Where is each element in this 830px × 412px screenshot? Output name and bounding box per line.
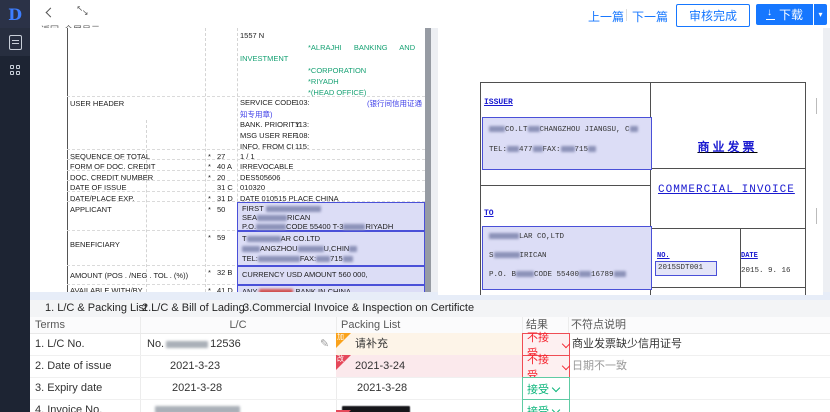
advising-bank-line2: INVESTMENT	[240, 54, 288, 63]
col-packing-list: Packing List	[341, 317, 400, 333]
sidebar: D	[0, 0, 30, 412]
col-lc: L/C	[140, 317, 336, 333]
advising-bank-line3: *CORPORATION	[308, 66, 366, 75]
logo-letter: D	[8, 5, 22, 24]
packing-cell: 加 请补充	[336, 333, 522, 355]
term-cell: 3. Expiry date	[35, 377, 102, 399]
term-cell: 4. Invoice No.	[35, 399, 102, 412]
result-select[interactable]: 接受	[522, 377, 570, 400]
back-icon	[45, 8, 55, 18]
swift-header-line: 1557 N	[240, 31, 264, 40]
applicant-label: APPLICANT	[70, 205, 112, 214]
user-header-label: USER HEADER	[70, 99, 124, 108]
term-cell: 2. Date of issue	[35, 355, 111, 377]
link-divider	[626, 9, 627, 21]
discrepancy-table: Terms L/C Packing List 结果 不符点说明 1. L/C N…	[30, 317, 830, 412]
available-label: AVAILABLE WITH/BY	[70, 286, 143, 292]
swift-lc-document[interactable]: 1557 N *ALRAJHI BANKING AND INVESTMENT *…	[30, 28, 425, 292]
col-remark: 不符点说明	[571, 317, 626, 333]
grid-icon	[10, 65, 21, 76]
invoice-date-label: DATE	[741, 252, 758, 260]
beneficiary-highlight[interactable]: TAR CO.LTD ANGZHOUU,CHIN TEL:FAX:715	[237, 231, 425, 266]
chevron-down-icon	[562, 339, 570, 347]
tab-lc-bill-of-lading[interactable]: 2.L/C & Bill of Lading	[142, 300, 245, 316]
app-logo[interactable]: D	[0, 0, 30, 28]
packing-cell: 改 2021-3-24	[336, 355, 522, 377]
term-cell: 1. L/C No.	[35, 333, 85, 355]
issuer-highlight[interactable]: CO.LTCHANGZHOU JIANGSU, C TEL:477FAX:715	[482, 117, 652, 170]
result-select[interactable]: 不接受	[522, 355, 570, 378]
chevron-down-icon	[562, 361, 570, 369]
comparison-tabs: 1. L/C & Packing List 2.L/C & Bill of La…	[30, 300, 830, 318]
topbar: 返回 全屏显示 上一篇 下一篇 审核完成 下载 ▾	[30, 0, 830, 29]
to-label: TO	[484, 209, 494, 218]
download-icon	[766, 9, 775, 20]
col-terms: Terms	[35, 317, 65, 333]
lc-cell: No.12536	[147, 333, 241, 355]
document-scrollbar[interactable]	[425, 28, 431, 292]
bank-stamp-note: (银行间信用证通	[367, 98, 422, 109]
remark-cell: 商业发票缺少信用证号	[572, 333, 682, 355]
lc-cell: 2021-3-23	[170, 355, 220, 377]
to-highlight[interactable]: LAR CO,LTD SIRICAN P.O. BCODE 5540016789	[482, 226, 652, 290]
app-window: D 返回 全屏显示 上一篇 下一篇 审核完成 下载 ▾	[0, 0, 830, 412]
packing-cell	[336, 399, 522, 412]
swift-table-border	[67, 28, 68, 292]
remark-cell: 日期不一致	[572, 355, 627, 377]
commercial-invoice-document[interactable]: ISSUER CO.LTCHANGZHOU JIANGSU, C TEL:477…	[438, 28, 823, 295]
invoice-date-value: 2015. 9. 16	[741, 267, 791, 275]
next-article-link[interactable]: 下一篇	[632, 8, 668, 25]
issuer-label: ISSUER	[484, 98, 513, 107]
review-complete-button[interactable]: 审核完成	[676, 4, 750, 27]
packing-cell: 2021-3-28	[336, 377, 522, 399]
invoice-title-cn: 商业发票	[650, 138, 805, 155]
tab-lc-packing-list[interactable]: 1. L/C & Packing List	[45, 300, 147, 316]
edit-icon[interactable]: ✎	[320, 333, 329, 355]
chevron-down-icon	[552, 383, 560, 391]
amount-label: AMOUNT (POS . /NEG . TOL . (%))	[70, 271, 188, 280]
download-dropdown-caret[interactable]: ▾	[814, 4, 827, 25]
invoice-no-label: NO.	[657, 252, 670, 260]
chevron-down-icon	[552, 405, 560, 412]
sidebar-item-documents[interactable]	[0, 28, 30, 56]
advising-bank-line1: *ALRAJHI BANKING AND	[308, 43, 415, 52]
result-select[interactable]: 接受	[522, 399, 570, 412]
invoice-title-en: COMMERCIAL INVOICE	[658, 184, 795, 196]
advising-bank-line5: *(HEAD OFFICE)	[308, 88, 366, 97]
document-icon	[9, 35, 22, 50]
advising-bank-line4: *RIYADH	[308, 77, 339, 86]
download-button[interactable]: 下载	[756, 4, 813, 25]
tab-invoice-inspection[interactable]: 3.Commercial Invoice & Inspection on Cer…	[243, 300, 474, 316]
sidebar-item-modules[interactable]	[0, 56, 30, 84]
prev-article-link[interactable]: 上一篇	[588, 8, 624, 25]
available-highlight[interactable]: ANY BANK IN CHINA	[237, 285, 425, 292]
invoice-no-highlight[interactable]: 2015SDT001	[655, 261, 717, 276]
lc-cell	[155, 399, 240, 412]
beneficiary-label: BENEFICIARY	[70, 240, 120, 249]
applicant-highlight[interactable]: FIRST SEARICAN P.O.CODE 55400 T-3RIYADH	[237, 202, 425, 231]
amount-highlight[interactable]: CURRENCY USD AMOUNT 560 000,	[237, 266, 425, 285]
fullscreen-icon	[77, 7, 88, 16]
lc-cell: 2021-3-28	[172, 377, 222, 399]
